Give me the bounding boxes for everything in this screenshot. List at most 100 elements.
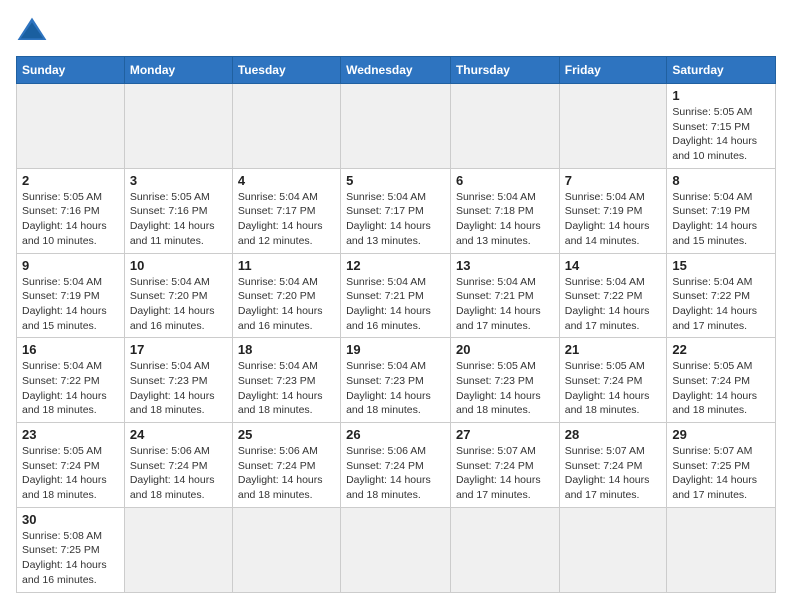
day-info: Sunrise: 5:05 AMSunset: 7:16 PMDaylight:… xyxy=(22,190,119,249)
calendar-cell xyxy=(559,507,667,592)
day-number: 16 xyxy=(22,342,119,357)
weekday-header: Tuesday xyxy=(232,57,340,84)
calendar-cell xyxy=(124,507,232,592)
weekday-header: Saturday xyxy=(667,57,776,84)
day-number: 11 xyxy=(238,258,335,273)
day-number: 19 xyxy=(346,342,445,357)
day-info: Sunrise: 5:06 AMSunset: 7:24 PMDaylight:… xyxy=(130,444,227,503)
day-number: 27 xyxy=(456,427,554,442)
calendar-cell: 17 Sunrise: 5:04 AMSunset: 7:23 PMDayligh… xyxy=(124,338,232,423)
weekday-header: Wednesday xyxy=(341,57,451,84)
day-number: 6 xyxy=(456,173,554,188)
day-number: 9 xyxy=(22,258,119,273)
day-number: 15 xyxy=(672,258,770,273)
day-info: Sunrise: 5:07 AMSunset: 7:24 PMDaylight:… xyxy=(456,444,554,503)
day-number: 3 xyxy=(130,173,227,188)
calendar-cell xyxy=(341,84,451,169)
calendar-week-row: 30 Sunrise: 5:08 AMSunset: 7:25 PMDayligh… xyxy=(17,507,776,592)
weekday-header: Sunday xyxy=(17,57,125,84)
day-number: 24 xyxy=(130,427,227,442)
day-number: 23 xyxy=(22,427,119,442)
day-info: Sunrise: 5:04 AMSunset: 7:21 PMDaylight:… xyxy=(456,275,554,334)
calendar-cell: 8 Sunrise: 5:04 AMSunset: 7:19 PMDaylight… xyxy=(667,168,776,253)
calendar-cell xyxy=(450,507,559,592)
calendar-cell: 5Sunrise: 5:04 AMSunset: 7:17 PMDaylight… xyxy=(341,168,451,253)
calendar-table: SundayMondayTuesdayWednesdayThursdayFrid… xyxy=(16,56,776,593)
day-number: 25 xyxy=(238,427,335,442)
weekday-header: Monday xyxy=(124,57,232,84)
day-number: 12 xyxy=(346,258,445,273)
day-info: Sunrise: 5:04 AMSunset: 7:18 PMDaylight:… xyxy=(456,190,554,249)
day-info: Sunrise: 5:06 AMSunset: 7:24 PMDaylight:… xyxy=(238,444,335,503)
day-info: Sunrise: 5:04 AMSunset: 7:19 PMDaylight:… xyxy=(22,275,119,334)
calendar-cell: 26 Sunrise: 5:06 AMSunset: 7:24 PMDayligh… xyxy=(341,423,451,508)
calendar-cell xyxy=(17,84,125,169)
day-number: 30 xyxy=(22,512,119,527)
day-info: Sunrise: 5:04 AMSunset: 7:20 PMDaylight:… xyxy=(238,275,335,334)
day-info: Sunrise: 5:06 AMSunset: 7:24 PMDaylight:… xyxy=(346,444,445,503)
day-number: 29 xyxy=(672,427,770,442)
day-info: Sunrise: 5:05 AMSunset: 7:16 PMDaylight:… xyxy=(130,190,227,249)
day-number: 17 xyxy=(130,342,227,357)
calendar-cell: 11 Sunrise: 5:04 AMSunset: 7:20 PMDayligh… xyxy=(232,253,340,338)
day-info: Sunrise: 5:07 AMSunset: 7:25 PMDaylight:… xyxy=(672,444,770,503)
day-info: Sunrise: 5:04 AMSunset: 7:19 PMDaylight:… xyxy=(672,190,770,249)
calendar-cell: 15 Sunrise: 5:04 AMSunset: 7:22 PMDayligh… xyxy=(667,253,776,338)
calendar-cell: 29 Sunrise: 5:07 AMSunset: 7:25 PMDayligh… xyxy=(667,423,776,508)
calendar-cell xyxy=(232,84,340,169)
calendar-cell: 30 Sunrise: 5:08 AMSunset: 7:25 PMDayligh… xyxy=(17,507,125,592)
day-number: 10 xyxy=(130,258,227,273)
day-number: 21 xyxy=(565,342,662,357)
calendar-week-row: 1Sunrise: 5:05 AMSunset: 7:15 PMDaylight… xyxy=(17,84,776,169)
calendar-week-row: 9 Sunrise: 5:04 AMSunset: 7:19 PMDaylight… xyxy=(17,253,776,338)
calendar-cell xyxy=(667,507,776,592)
day-number: 2 xyxy=(22,173,119,188)
day-info: Sunrise: 5:04 AMSunset: 7:19 PMDaylight:… xyxy=(565,190,662,249)
calendar-cell: 14 Sunrise: 5:04 AMSunset: 7:22 PMDayligh… xyxy=(559,253,667,338)
day-number: 22 xyxy=(672,342,770,357)
day-number: 5 xyxy=(346,173,445,188)
day-info: Sunrise: 5:04 AMSunset: 7:20 PMDaylight:… xyxy=(130,275,227,334)
calendar-cell: 18 Sunrise: 5:04 AMSunset: 7:23 PMDayligh… xyxy=(232,338,340,423)
calendar-cell: 7Sunrise: 5:04 AMSunset: 7:19 PMDaylight… xyxy=(559,168,667,253)
calendar-cell: 9 Sunrise: 5:04 AMSunset: 7:19 PMDaylight… xyxy=(17,253,125,338)
day-number: 8 xyxy=(672,173,770,188)
day-number: 18 xyxy=(238,342,335,357)
calendar-cell: 12 Sunrise: 5:04 AMSunset: 7:21 PMDayligh… xyxy=(341,253,451,338)
day-number: 14 xyxy=(565,258,662,273)
calendar-cell: 28Sunrise: 5:07 AMSunset: 7:24 PMDayligh… xyxy=(559,423,667,508)
day-info: Sunrise: 5:04 AMSunset: 7:21 PMDaylight:… xyxy=(346,275,445,334)
logo xyxy=(16,16,52,44)
calendar-cell: 10 Sunrise: 5:04 AMSunset: 7:20 PMDayligh… xyxy=(124,253,232,338)
calendar-cell: 4 Sunrise: 5:04 AMSunset: 7:17 PMDaylight… xyxy=(232,168,340,253)
calendar-cell: 3 Sunrise: 5:05 AMSunset: 7:16 PMDaylight… xyxy=(124,168,232,253)
day-info: Sunrise: 5:07 AMSunset: 7:24 PMDaylight:… xyxy=(565,444,662,503)
day-number: 26 xyxy=(346,427,445,442)
calendar-cell: 23Sunrise: 5:05 AMSunset: 7:24 PMDayligh… xyxy=(17,423,125,508)
calendar-week-row: 16 Sunrise: 5:04 AMSunset: 7:22 PMDayligh… xyxy=(17,338,776,423)
day-info: Sunrise: 5:04 AMSunset: 7:22 PMDaylight:… xyxy=(672,275,770,334)
day-info: Sunrise: 5:08 AMSunset: 7:25 PMDaylight:… xyxy=(22,529,119,588)
calendar-cell: 6 Sunrise: 5:04 AMSunset: 7:18 PMDaylight… xyxy=(450,168,559,253)
day-info: Sunrise: 5:05 AMSunset: 7:15 PMDaylight:… xyxy=(672,105,770,164)
calendar-header-row: SundayMondayTuesdayWednesdayThursdayFrid… xyxy=(17,57,776,84)
weekday-header: Thursday xyxy=(450,57,559,84)
day-info: Sunrise: 5:05 AMSunset: 7:24 PMDaylight:… xyxy=(672,359,770,418)
day-info: Sunrise: 5:04 AMSunset: 7:22 PMDaylight:… xyxy=(22,359,119,418)
day-info: Sunrise: 5:05 AMSunset: 7:24 PMDaylight:… xyxy=(565,359,662,418)
day-info: Sunrise: 5:04 AMSunset: 7:23 PMDaylight:… xyxy=(238,359,335,418)
page-header xyxy=(16,16,776,44)
day-info: Sunrise: 5:04 AMSunset: 7:23 PMDaylight:… xyxy=(130,359,227,418)
calendar-cell: 1Sunrise: 5:05 AMSunset: 7:15 PMDaylight… xyxy=(667,84,776,169)
day-info: Sunrise: 5:04 AMSunset: 7:22 PMDaylight:… xyxy=(565,275,662,334)
day-number: 4 xyxy=(238,173,335,188)
weekday-header: Friday xyxy=(559,57,667,84)
calendar-cell: 16 Sunrise: 5:04 AMSunset: 7:22 PMDayligh… xyxy=(17,338,125,423)
day-info: Sunrise: 5:04 AMSunset: 7:23 PMDaylight:… xyxy=(346,359,445,418)
calendar-cell: 24 Sunrise: 5:06 AMSunset: 7:24 PMDayligh… xyxy=(124,423,232,508)
day-number: 20 xyxy=(456,342,554,357)
calendar-cell xyxy=(341,507,451,592)
calendar-week-row: 2 Sunrise: 5:05 AMSunset: 7:16 PMDaylight… xyxy=(17,168,776,253)
day-info: Sunrise: 5:04 AMSunset: 7:17 PMDaylight:… xyxy=(238,190,335,249)
calendar-cell xyxy=(124,84,232,169)
